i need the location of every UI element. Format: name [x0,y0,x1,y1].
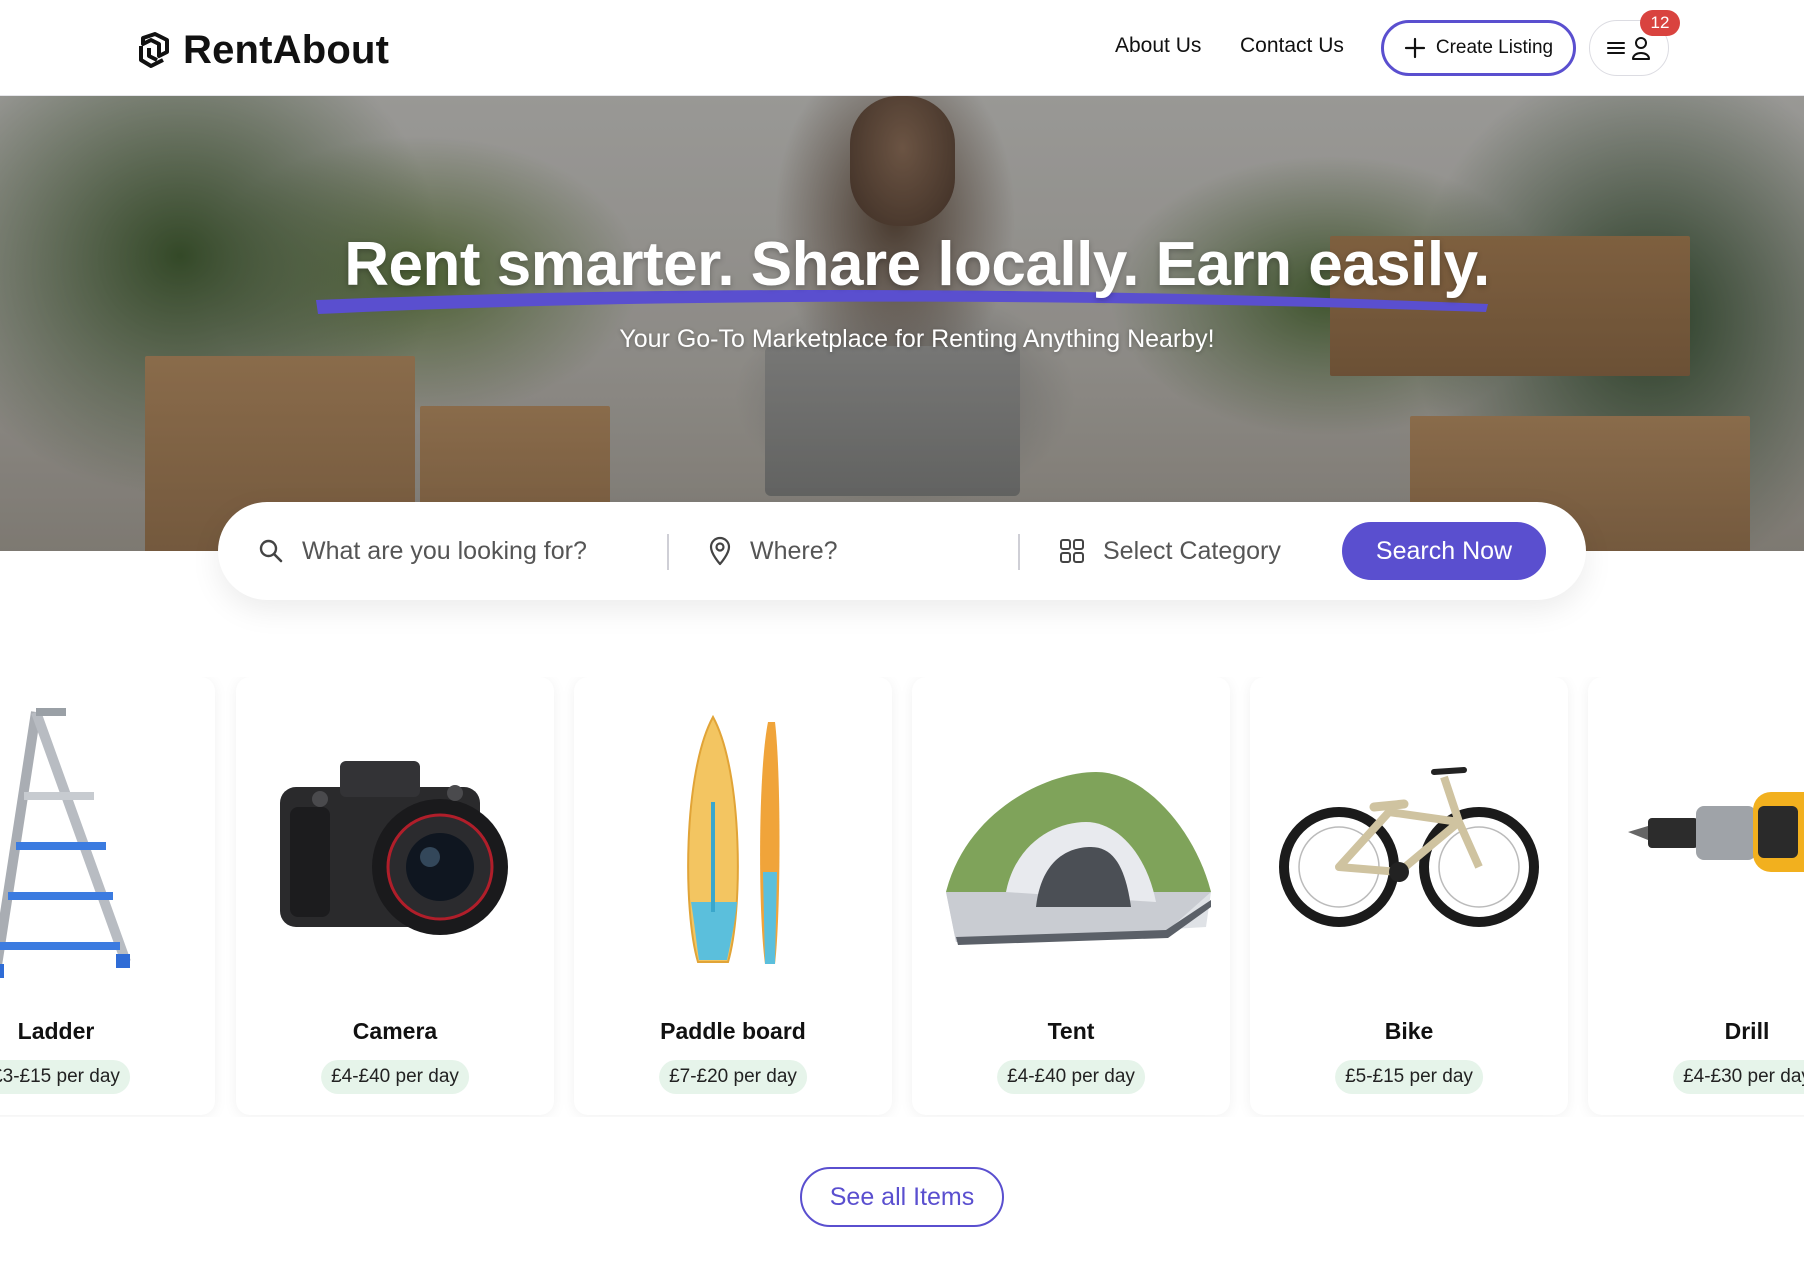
item-price: £3-£15 per day [0,1060,130,1094]
see-all-items-button[interactable]: See all Items [800,1167,1004,1227]
brand-logo[interactable]: RentAbout [133,28,389,73]
item-carousel[interactable]: Ladder £3-£15 per day Camera £4-£40 per … [0,677,1804,1117]
item-card-paddle-board[interactable]: Paddle board £7-£20 per day [574,677,892,1115]
search-where-placeholder: Where? [750,536,838,565]
menu-icon [1607,42,1625,54]
item-card-bike[interactable]: Bike £5-£15 per day [1250,677,1568,1115]
item-card-ladder[interactable]: Ladder £3-£15 per day [0,677,215,1115]
bike-image [1250,702,1568,982]
item-name: Drill [1724,1018,1770,1044]
logo-icon [139,31,169,68]
create-listing-label: Create Listing [1435,37,1554,58]
item-name: Bike [1384,1018,1434,1044]
ladder-image [0,702,215,982]
category-placeholder: Select Category [1103,536,1281,565]
item-price: £4-£40 per day [321,1060,469,1094]
item-price: £5-£15 per day [1335,1060,1483,1094]
item-name: Camera [352,1018,438,1044]
camera-image [236,702,554,982]
item-name: Paddle board [660,1018,806,1044]
hero-overlay [0,96,1804,551]
item-name: Ladder [17,1018,95,1044]
hero-subtitle: Your Go-To Marketplace for Renting Anyth… [619,325,1215,353]
brand-name: RentAbout [183,28,390,72]
search-where-input[interactable]: Where? [708,502,1008,600]
search-what-placeholder: What are you looking for? [302,536,587,565]
grid-icon [1060,539,1084,563]
search-now-button[interactable]: Search Now [1342,522,1546,580]
hero-banner: Rent smarter. Share locally. Earn easily… [0,96,1804,551]
site-header: RentAbout About Us Contact Us Create Lis… [0,0,1804,96]
search-divider [1018,534,1020,570]
create-listing-button[interactable]: Create Listing [1381,20,1576,76]
hero-title: Rent smarter. Share locally. Earn easily… [344,230,1490,299]
nav-contact-us[interactable]: Contact Us [1240,34,1344,58]
notification-badge: 12 [1640,10,1680,36]
item-price: £7-£20 per day [659,1060,807,1094]
search-what-input[interactable]: What are you looking for? [258,502,628,600]
item-card-drill[interactable]: Drill £4-£30 per day [1588,677,1804,1115]
paddle-board-image [574,702,892,982]
location-pin-icon [709,536,731,566]
tent-image [912,702,1230,982]
category-select[interactable]: Select Category [1059,502,1359,600]
search-icon [259,539,283,563]
plus-icon [1404,37,1425,59]
nav-about-us[interactable]: About Us [1115,34,1201,58]
item-card-tent[interactable]: Tent £4-£40 per day [912,677,1230,1115]
item-name: Tent [1047,1018,1095,1044]
search-divider [667,534,669,570]
search-bar: What are you looking for? Where? Select … [218,502,1586,600]
user-icon [1632,37,1650,60]
item-price: £4-£30 per day [1673,1060,1804,1094]
item-card-camera[interactable]: Camera £4-£40 per day [236,677,554,1115]
drill-image [1588,702,1804,982]
item-price: £4-£40 per day [997,1060,1145,1094]
